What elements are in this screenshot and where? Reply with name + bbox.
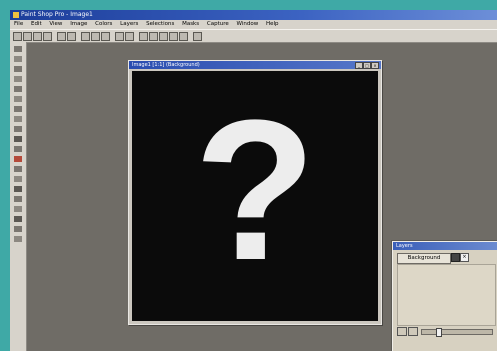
help-icon[interactable]: [193, 32, 202, 41]
open-icon[interactable]: [23, 32, 32, 41]
zoom-icon[interactable]: [125, 32, 134, 41]
histogram-icon[interactable]: [179, 32, 188, 41]
menu-help[interactable]: Help: [266, 20, 279, 29]
layer-opacity-slider[interactable]: [421, 328, 493, 337]
menu-bar: File Edit View Image Colors Layers Selec…: [10, 20, 497, 29]
flood-fill-icon[interactable]: [14, 206, 22, 212]
selection-icon[interactable]: [14, 96, 22, 102]
save-icon[interactable]: [33, 32, 42, 41]
new-layer-icon[interactable]: [397, 327, 407, 336]
arrow-icon[interactable]: [14, 46, 22, 52]
layers-palette: Layers Background ×: [392, 241, 497, 351]
menu-capture[interactable]: Capture: [207, 20, 229, 29]
mover-icon[interactable]: [14, 86, 22, 92]
layer-link-icon[interactable]: ×: [460, 253, 469, 262]
menu-view[interactable]: View: [49, 20, 62, 29]
menu-edit[interactable]: Edit: [31, 20, 42, 29]
close-button[interactable]: ×: [371, 62, 379, 69]
app-icon: [13, 12, 19, 18]
airbrush-icon[interactable]: [14, 196, 22, 202]
minimize-button[interactable]: _: [355, 62, 363, 69]
freehand-icon[interactable]: [14, 106, 22, 112]
crop-icon[interactable]: [14, 76, 22, 82]
redo-icon[interactable]: [67, 32, 76, 41]
preset-shapes-icon[interactable]: [14, 236, 22, 242]
picture-tube-icon[interactable]: [14, 186, 22, 192]
zoom-icon[interactable]: [14, 56, 22, 62]
layer-visibility-icon[interactable]: [451, 253, 460, 262]
image-canvas[interactable]: ?: [132, 71, 378, 321]
layers-palette-footer: [397, 326, 494, 337]
paint-brush-icon[interactable]: [14, 136, 22, 142]
question-mark-glyph: ?: [193, 79, 317, 302]
menu-window[interactable]: Window: [237, 20, 259, 29]
undo-icon[interactable]: [57, 32, 66, 41]
toolbar: [10, 29, 497, 43]
cut-icon[interactable]: [81, 32, 90, 41]
menu-layers[interactable]: Layers: [120, 20, 138, 29]
maximize-button[interactable]: □: [363, 62, 371, 69]
layer-name-background[interactable]: Background: [397, 253, 451, 264]
tool-options-icon[interactable]: [149, 32, 158, 41]
toggle-palette-icon[interactable]: [139, 32, 148, 41]
menu-colors[interactable]: Colors: [95, 20, 112, 29]
app-titlebar[interactable]: Paint Shop Pro - Image1: [10, 10, 497, 20]
color-replacer-icon[interactable]: [14, 156, 22, 162]
menu-selections[interactable]: Selections: [146, 20, 174, 29]
magic-wand-icon[interactable]: [14, 116, 22, 122]
dropper-icon[interactable]: [14, 126, 22, 132]
new-icon[interactable]: [13, 32, 22, 41]
menu-file[interactable]: File: [14, 20, 23, 29]
app-window: Paint Shop Pro - Image1 File Edit View I…: [10, 10, 497, 351]
image-window: Image1 [1:1] (Background) _ □ × ?: [128, 60, 382, 325]
menu-masks[interactable]: Masks: [182, 20, 199, 29]
delete-layer-icon[interactable]: [408, 327, 418, 336]
retouch-icon[interactable]: [14, 166, 22, 172]
paste-icon[interactable]: [101, 32, 110, 41]
eraser-icon[interactable]: [14, 176, 22, 182]
clone-brush-icon[interactable]: [14, 146, 22, 152]
layers-palette-icon[interactable]: [169, 32, 178, 41]
copy-icon[interactable]: [91, 32, 100, 41]
toolbox: [10, 42, 27, 351]
image-window-titlebar[interactable]: Image1 [1:1] (Background) _ □ ×: [129, 61, 381, 69]
draw-icon[interactable]: [14, 226, 22, 232]
deform-icon[interactable]: [14, 66, 22, 72]
layers-palette-title: Layers: [396, 243, 413, 249]
menu-image[interactable]: Image: [70, 20, 87, 29]
layers-list-area: [397, 264, 496, 326]
slider-thumb[interactable]: [436, 328, 442, 337]
image-window-title: Image1 [1:1] (Background): [132, 62, 200, 68]
full-screen-icon[interactable]: [115, 32, 124, 41]
text-icon[interactable]: [14, 216, 22, 222]
color-palette-icon[interactable]: [159, 32, 168, 41]
print-icon[interactable]: [43, 32, 52, 41]
app-title: Paint Shop Pro - Image1: [21, 11, 93, 18]
layers-palette-titlebar[interactable]: Layers: [393, 242, 497, 250]
